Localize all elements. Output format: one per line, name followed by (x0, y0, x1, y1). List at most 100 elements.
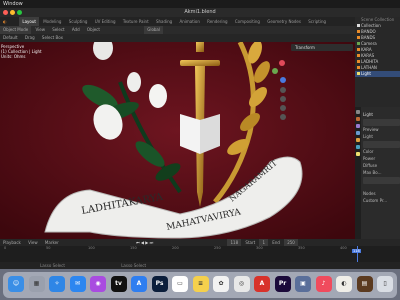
gizmo-y-icon[interactable] (272, 68, 278, 74)
field-color[interactable]: Color (363, 148, 400, 155)
dock-app-music-icon[interactable]: ♪ (315, 276, 332, 292)
camera-view-icon[interactable] (280, 105, 286, 111)
tab-animation[interactable]: Animation (176, 17, 202, 26)
timeline-area[interactable]: 0 50 100 150 200 250 300 350 400 118 (0, 246, 400, 262)
gizmo-z-icon[interactable] (280, 77, 286, 83)
tab-layout[interactable]: Layout (19, 17, 39, 26)
dock-app-blender-icon[interactable]: ◐ (336, 276, 352, 292)
physics-tab-icon[interactable] (356, 145, 360, 149)
blender-logo-icon[interactable]: ◐ (0, 17, 10, 26)
dock-app-glyph: Ps (155, 280, 164, 287)
tab-file[interactable] (11, 17, 18, 26)
emblem-render: LADHITAKARYA MAHATVAVIRYA NAGARAMRIT (0, 42, 355, 239)
dagger-guard (180, 60, 220, 66)
tab-sculpting[interactable]: Sculpting (66, 17, 91, 26)
section-custom-properties[interactable]: Custom Pr... (363, 197, 400, 204)
dock-app-photoshop-icon[interactable]: Ps (151, 276, 168, 292)
section-preview[interactable]: Preview (363, 126, 400, 133)
scene-tab-icon[interactable] (356, 131, 360, 135)
dock-app-app-store-icon[interactable]: A (131, 276, 147, 292)
field-diffuse[interactable]: Diffuse (363, 162, 400, 169)
dock-app-calendar-icon[interactable]: ▭ (172, 276, 188, 292)
timeline-header: Playback View Marker ⏮ ◀ ▶ ⏭ 118 Start 1… (0, 239, 400, 246)
light-field-slot[interactable] (363, 177, 400, 184)
properties-tabs (355, 107, 361, 239)
dock-app-glyph: ▣ (300, 280, 306, 287)
current-frame-field[interactable]: 118 (227, 239, 242, 246)
hand-pan-icon[interactable] (280, 96, 286, 102)
menu-view[interactable]: View (32, 26, 48, 34)
tab-modeling[interactable]: Modeling (40, 17, 64, 26)
tab-geometry-nodes[interactable]: Geometry Nodes (264, 17, 304, 26)
3d-viewport[interactable]: LADHITAKARYA MAHATVAVIRYA NAGARAMRIT Per… (0, 42, 355, 239)
menu-window[interactable]: Window (3, 1, 23, 7)
mesh-icon (357, 30, 360, 33)
transform-panel[interactable]: Transform (291, 44, 353, 51)
render-tab-icon[interactable] (356, 117, 360, 121)
menu-add[interactable]: Add (69, 26, 83, 34)
tab-shading[interactable]: Shading (153, 17, 175, 26)
dock-app-finder-window-icon[interactable]: ▤ (356, 276, 373, 292)
window-title-bar: Akmi1.blend (0, 8, 400, 17)
dock-app-photos-icon[interactable]: ✿ (213, 276, 229, 292)
tab-rendering[interactable]: Rendering (204, 17, 230, 26)
playhead-frame-badge[interactable]: 118 (352, 249, 361, 253)
properties-panel: Light Preview Light Color Power Diffuse … (355, 107, 400, 239)
dock-app-chrome-icon[interactable]: ◎ (233, 276, 250, 292)
tab-compositing[interactable]: Compositing (232, 17, 263, 26)
dock-app-notes-icon[interactable]: ≡ (192, 276, 209, 292)
field-max-bounces[interactable]: Max Bo... (363, 169, 400, 176)
field-power[interactable]: Power (363, 155, 400, 162)
tick-label: 0 (4, 246, 7, 250)
dock-app-trash-icon[interactable]: ▯ (377, 276, 393, 292)
tool-tab-icon[interactable] (356, 110, 360, 114)
dock-app-preview-icon[interactable]: ▣ (295, 276, 311, 292)
menu-object[interactable]: Object (84, 26, 103, 34)
tab-scripting[interactable]: Scripting (305, 17, 329, 26)
dock-app-acrobat-icon[interactable]: A (254, 276, 270, 292)
dock-app-podcasts-icon[interactable]: ◉ (90, 276, 106, 292)
object-mode-dropdown[interactable]: Object Mode (0, 26, 32, 34)
zoom-icon[interactable] (280, 87, 286, 93)
menu-marker[interactable]: Marker (42, 239, 62, 246)
dock-app-launchpad-icon[interactable]: ▦ (28, 276, 45, 292)
dock-app-safari-icon[interactable]: ✧ (49, 276, 65, 292)
gizmo-x-icon[interactable] (279, 60, 285, 66)
dock-app-glyph: ✉ (74, 280, 81, 287)
tick-label: 300 (256, 246, 263, 250)
start-frame-field[interactable]: 1 (259, 239, 269, 246)
dock-app-glyph: Pr (278, 280, 287, 287)
menu-playback[interactable]: Playback (0, 239, 24, 246)
light-type-selector[interactable] (363, 141, 400, 148)
section-light[interactable]: Light (363, 133, 400, 140)
transform-orientation-dropdown[interactable]: Global (144, 26, 163, 34)
dock-app-glyph: ♪ (321, 280, 326, 287)
grid-view-icon[interactable] (280, 114, 286, 120)
dock-app-mail-icon[interactable]: ✉ (69, 276, 86, 292)
dock-app-premiere-pro-icon[interactable]: Pr (274, 276, 291, 292)
output-tab-icon[interactable] (356, 124, 360, 128)
tab-uv-editing[interactable]: UV Editing (92, 17, 119, 26)
dock-app-glyph: ◎ (238, 280, 245, 287)
menu-timeline-view[interactable]: View (25, 239, 41, 246)
tab-texture-paint[interactable]: Texture Paint (120, 17, 152, 26)
play-controls[interactable]: ⏮ ◀ ▶ ⏭ (133, 239, 156, 246)
orientation-dropdown[interactable]: Default (0, 34, 21, 42)
light-data-tab-icon[interactable] (356, 152, 360, 156)
viewport-header: Object Mode View Select Add Object Globa… (0, 26, 355, 34)
dock-app-apple-tv-icon[interactable]: tv (110, 276, 127, 292)
end-frame-field[interactable]: 250 (284, 239, 298, 246)
section-nodes[interactable]: Nodes (363, 190, 400, 197)
tick-label: 150 (130, 246, 137, 250)
object-tab-icon[interactable] (356, 138, 360, 142)
drag-dropdown[interactable]: Drag (22, 34, 38, 42)
tick-label: 250 (214, 246, 221, 250)
dock-app-glyph: tv (115, 280, 122, 287)
window-title: Akmi1.blend (184, 9, 216, 15)
dock-app-finder-icon[interactable]: ☺ (8, 276, 24, 292)
workspace-tabs: ◐ Layout Modeling Sculpting UV Editing T… (0, 17, 400, 26)
light-datablock[interactable] (363, 119, 400, 126)
select-box-dropdown[interactable]: Select Box (39, 34, 66, 42)
menu-select[interactable]: Select (49, 26, 67, 34)
outliner-item-light[interactable]: Light (355, 71, 400, 77)
